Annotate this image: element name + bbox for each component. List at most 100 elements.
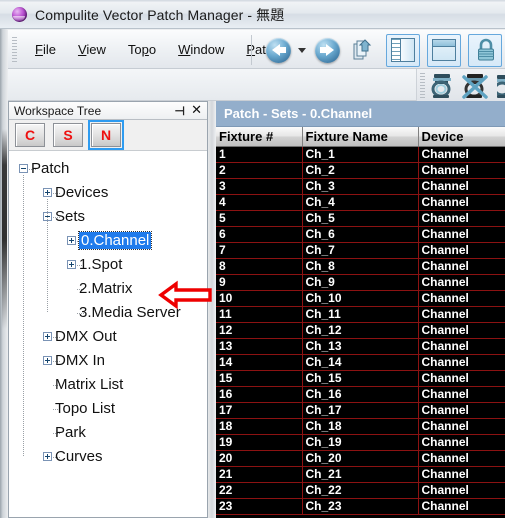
cell-fixture-number[interactable]: 2 [216,162,303,179]
cell-device[interactable]: Channel [418,338,505,355]
tree-item-dmx-out[interactable]: DMX Out [55,325,117,349]
table-row[interactable]: 12 Ch_12 Channel [216,322,505,339]
table-row[interactable]: 6 Ch_6 Channel [216,226,505,243]
cell-device[interactable]: Channel [418,498,505,515]
table-row[interactable]: 23 Ch_23 Channel [216,498,505,515]
tree-item-2-matrix[interactable]: 2.Matrix [79,277,132,301]
cell-fixture-number[interactable]: 13 [216,338,303,355]
cell-fixture-name[interactable]: Ch_14 [302,354,419,371]
table-row[interactable]: 10 Ch_10 Channel [216,290,505,307]
cell-device[interactable]: Channel [418,370,505,387]
column-header-device[interactable]: Device [418,127,505,147]
cell-fixture-number[interactable]: 19 [216,434,303,451]
cell-fixture-name[interactable]: Ch_3 [302,178,419,195]
cell-device[interactable]: Channel [418,386,505,403]
cell-fixture-name[interactable]: Ch_1 [302,146,419,163]
cell-fixture-name[interactable]: Ch_10 [302,290,419,307]
column-header-fixture-name[interactable]: Fixture Name [302,127,419,147]
expand-icon[interactable] [43,188,52,197]
table-row[interactable]: 5 Ch_5 Channel [216,210,505,227]
table-row[interactable]: 1 Ch_1 Channel [216,146,505,163]
cell-device[interactable]: Channel [418,258,505,275]
table-row[interactable]: 21 Ch_21 Channel [216,466,505,483]
collapse-icon[interactable] [19,164,28,173]
tree-item-sets[interactable]: Sets [55,205,85,229]
cell-fixture-number[interactable]: 5 [216,210,303,227]
mode-button-s[interactable]: S [53,123,83,147]
table-row[interactable]: 22 Ch_22 Channel [216,482,505,499]
cell-device[interactable]: Channel [418,226,505,243]
cell-fixture-number[interactable]: 7 [216,242,303,259]
cell-fixture-name[interactable]: Ch_17 [302,402,419,419]
column-header-fixture-number[interactable]: Fixture # [216,127,303,147]
cell-fixture-number[interactable]: 18 [216,418,303,435]
expand-icon[interactable] [43,452,52,461]
table-row[interactable]: 14 Ch_14 Channel [216,354,505,371]
cell-fixture-name[interactable]: Ch_19 [302,434,419,451]
cell-device[interactable]: Channel [418,450,505,467]
table-row[interactable]: 11 Ch_11 Channel [216,306,505,323]
cell-fixture-number[interactable]: 16 [216,386,303,403]
menu-item-window[interactable]: Window [167,39,235,60]
tree-item-matrix-list[interactable]: Matrix List [55,373,123,397]
expand-icon[interactable] [67,236,76,245]
table-row[interactable]: 4 Ch_4 Channel [216,194,505,211]
cell-fixture-name[interactable]: Ch_5 [302,210,419,227]
table-row[interactable]: 9 Ch_9 Channel [216,274,505,291]
cell-fixture-name[interactable]: Ch_4 [302,194,419,211]
cell-fixture-number[interactable]: 4 [216,194,303,211]
cell-fixture-name[interactable]: Ch_8 [302,258,419,275]
cell-device[interactable]: Channel [418,418,505,435]
cell-fixture-number[interactable]: 21 [216,466,303,483]
cell-fixture-number[interactable]: 23 [216,498,303,515]
cell-fixture-name[interactable]: Ch_18 [302,418,419,435]
cell-fixture-number[interactable]: 14 [216,354,303,371]
cell-fixture-name[interactable]: Ch_23 [302,498,419,515]
pin-icon[interactable]: ⊣ [175,104,185,118]
table-row[interactable]: 2 Ch_2 Channel [216,162,505,179]
table-row[interactable]: 13 Ch_13 Channel [216,338,505,355]
split-view-button[interactable] [386,34,420,67]
tree-item-dmx-in[interactable]: DMX In [55,349,105,373]
add-fixture-button[interactable] [429,71,457,104]
cell-device[interactable]: Channel [418,274,505,291]
cell-fixture-number[interactable]: 22 [216,482,303,499]
cell-fixture-name[interactable]: Ch_11 [302,306,419,323]
cell-fixture-number[interactable]: 11 [216,306,303,323]
cell-fixture-number[interactable]: 3 [216,178,303,195]
window-view-button[interactable] [427,34,461,67]
table-row[interactable]: 7 Ch_7 Channel [216,242,505,259]
menu-item-file[interactable]: File [24,39,67,60]
export-button[interactable] [348,36,378,65]
menu-item-topo[interactable]: Topo [117,39,167,60]
cell-fixture-number[interactable]: 9 [216,274,303,291]
cell-fixture-number[interactable]: 8 [216,258,303,275]
tree-item-1-spot[interactable]: 1.Spot [79,253,122,277]
table-row[interactable]: 16 Ch_16 Channel [216,386,505,403]
delete-fixture-button[interactable] [462,71,490,104]
table-row[interactable]: 15 Ch_15 Channel [216,370,505,387]
expand-icon[interactable] [43,356,52,365]
cell-fixture-name[interactable]: Ch_13 [302,338,419,355]
cell-fixture-name[interactable]: Ch_20 [302,450,419,467]
cell-device[interactable]: Channel [418,194,505,211]
cell-device[interactable]: Channel [418,306,505,323]
tree-item-devices[interactable]: Devices [55,181,108,205]
cell-fixture-name[interactable]: Ch_16 [302,386,419,403]
toolbar-gripper[interactable] [12,37,17,62]
cell-device[interactable]: Channel [418,466,505,483]
tree-item-topo-list[interactable]: Topo List [55,397,115,421]
cell-fixture-name[interactable]: Ch_12 [302,322,419,339]
cell-device[interactable]: Channel [418,210,505,227]
cell-fixture-name[interactable]: Ch_6 [302,226,419,243]
forward-button[interactable] [315,38,340,63]
tree-item-0-channel[interactable]: 0.Channel [77,229,153,253]
cell-device[interactable]: Channel [418,482,505,499]
cell-fixture-number[interactable]: 15 [216,370,303,387]
table-row[interactable]: 17 Ch_17 Channel [216,402,505,419]
tree-item-patch[interactable]: Patch [31,157,69,181]
back-button[interactable] [266,38,291,63]
menu-item-view[interactable]: View [67,39,117,60]
cell-fixture-number[interactable]: 10 [216,290,303,307]
cell-fixture-name[interactable]: Ch_2 [302,162,419,179]
